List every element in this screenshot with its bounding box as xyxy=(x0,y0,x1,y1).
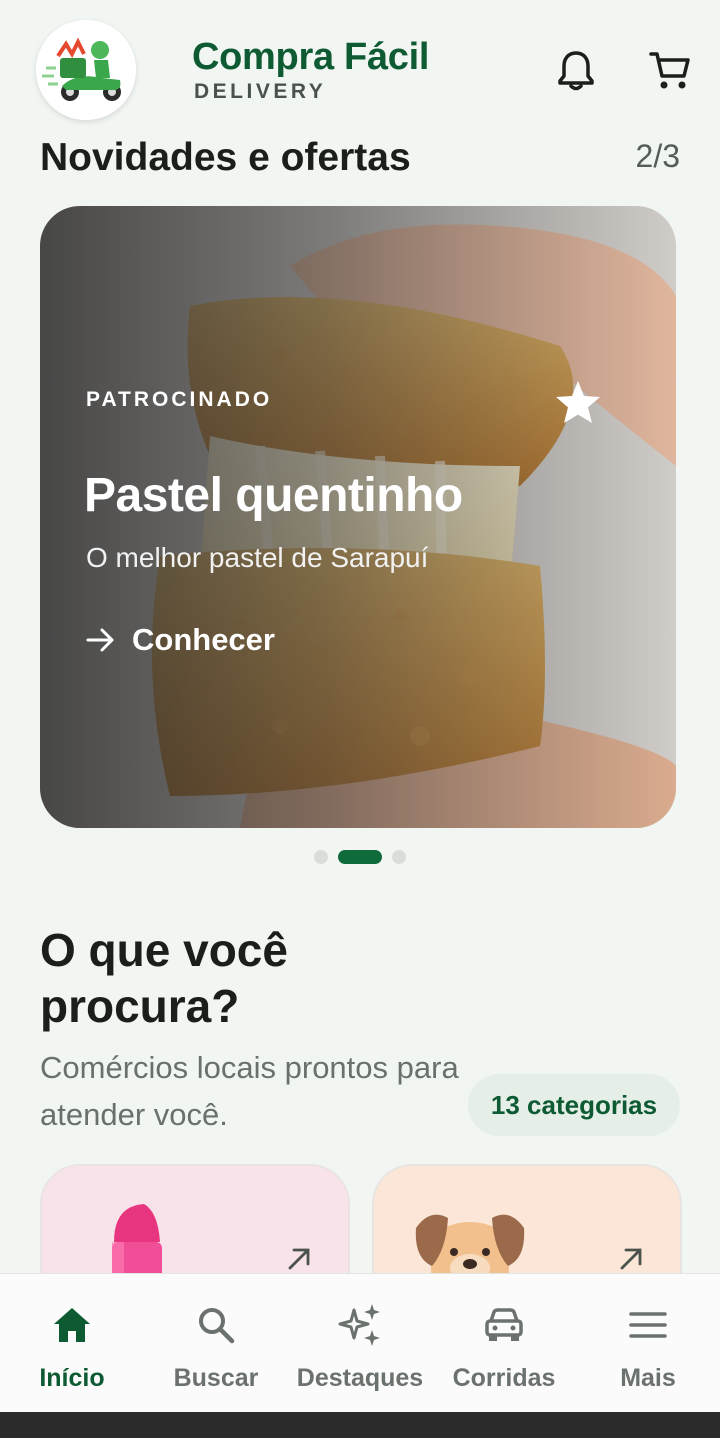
cart-button[interactable] xyxy=(642,42,698,98)
nav-item-home[interactable]: Início xyxy=(0,1274,144,1413)
nav-item-label: Mais xyxy=(620,1364,676,1392)
notification-bell-icon xyxy=(558,51,594,91)
system-bar xyxy=(0,1412,720,1438)
sponsored-tag: PATROCINADO xyxy=(86,388,273,411)
car-icon xyxy=(485,1308,523,1341)
nav-item-label: Corridas xyxy=(452,1364,556,1392)
favorite-button[interactable] xyxy=(540,364,616,440)
carousel-pager: 2/3 xyxy=(635,138,680,174)
carousel-dot[interactable] xyxy=(314,850,328,864)
banner-cta-link[interactable]: Conhecer xyxy=(86,618,275,662)
carousel-dot[interactable] xyxy=(392,850,406,864)
categories-subtitle: Comércios locais prontos para atender vo… xyxy=(40,1050,459,1132)
nav-item-label: Início xyxy=(39,1364,105,1392)
nav-item-highlights[interactable]: Destaques xyxy=(288,1274,432,1413)
notifications-button[interactable] xyxy=(548,42,604,98)
brand-subtitle: DELIVERY xyxy=(194,80,327,103)
categories-count-chip[interactable]: 13 categorias xyxy=(468,1074,680,1136)
arrow-up-right-icon xyxy=(288,1248,310,1270)
sparkles-icon xyxy=(338,1304,380,1346)
menu-icon xyxy=(629,1312,667,1338)
carousel-dots xyxy=(0,850,720,864)
carousel-dot-active[interactable] xyxy=(338,850,382,864)
shopping-cart-icon xyxy=(649,52,690,89)
nav-item-label: Destaques xyxy=(296,1364,424,1392)
brand-title: Compra Fácil xyxy=(192,36,430,78)
offer-banner[interactable]: PATROCINADO Pastel quentinho O melhor pa… xyxy=(40,206,676,828)
brand-logo xyxy=(36,20,136,120)
offers-section-title: Novidades e ofertas xyxy=(40,136,411,179)
bottom-navigation: Início Buscar Destaques Corridas Mais xyxy=(0,1273,720,1413)
banner-subtitle: O melhor pastel de Sarapuí xyxy=(86,542,429,573)
arrow-right-icon xyxy=(86,628,114,652)
categories-title: O que você procura? xyxy=(40,924,288,1032)
star-icon xyxy=(556,381,600,423)
arrow-up-right-icon xyxy=(620,1248,642,1270)
nav-item-rides[interactable]: Corridas xyxy=(432,1274,576,1413)
banner-cta-label: Conhecer xyxy=(132,622,275,657)
nav-item-search[interactable]: Buscar xyxy=(144,1274,288,1413)
delivery-scooter-logo-icon xyxy=(36,20,136,120)
app-header: Compra Fácil DELIVERY xyxy=(0,0,720,130)
banner-title: Pastel quentinho xyxy=(84,469,463,522)
home-icon xyxy=(54,1308,90,1342)
nav-item-more[interactable]: Mais xyxy=(576,1274,720,1413)
search-icon xyxy=(199,1308,235,1344)
nav-item-label: Buscar xyxy=(173,1364,259,1392)
